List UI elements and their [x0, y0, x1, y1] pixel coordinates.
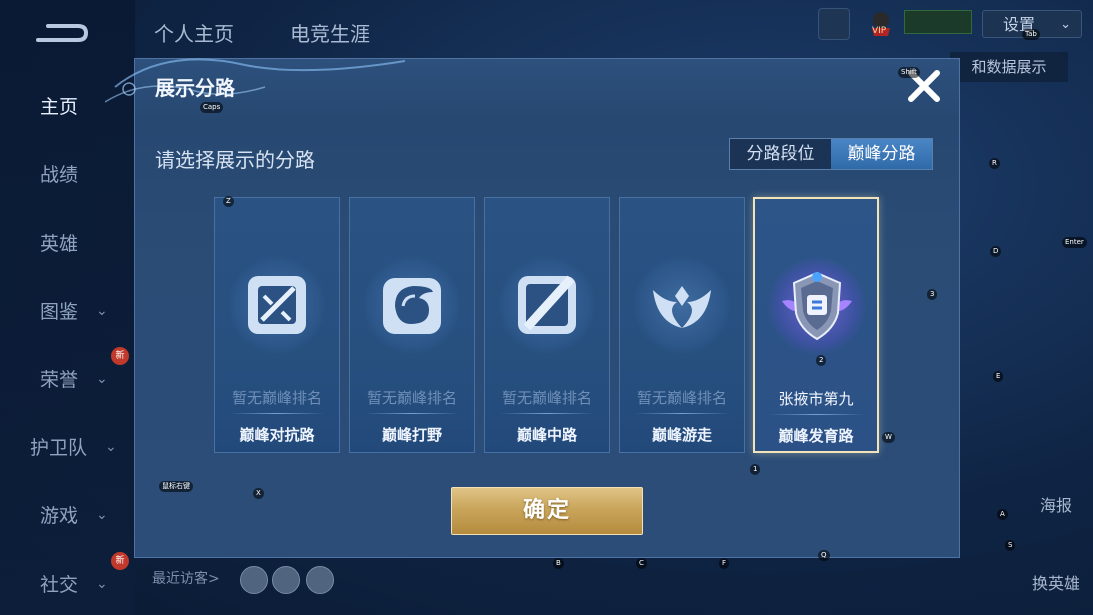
- back-logo-icon[interactable]: [34, 20, 90, 46]
- change-hero-label[interactable]: 换英雄: [1032, 570, 1080, 594]
- card-divider: [229, 413, 325, 414]
- lane-role-label: 巅峰打野: [381, 426, 442, 444]
- key-hint-a: A: [997, 509, 1008, 520]
- sidebar-item-home[interactable]: 主页: [40, 92, 78, 119]
- key-hint-w: W: [882, 432, 895, 443]
- peak-rank-text: 暂无巅峰排名: [501, 389, 592, 407]
- visitor-avatar[interactable]: [306, 566, 334, 594]
- key-hint-s: S: [1005, 540, 1016, 551]
- key-hint-e: E: [993, 371, 1004, 382]
- tab-personal-home[interactable]: 个人主页: [154, 18, 234, 47]
- friend-avatar-icon[interactable]: [818, 8, 850, 40]
- sidebar-item-record[interactable]: 战绩: [40, 160, 78, 187]
- toggle-peak-lane[interactable]: 巅峰分路: [831, 139, 932, 169]
- chevron-down-icon: ⌄: [105, 438, 117, 455]
- sword-emblem-icon: [248, 276, 306, 334]
- sidebar-item-label: 主页: [40, 96, 79, 118]
- lane-role-label: 巅峰中路: [516, 426, 577, 444]
- sidebar-item-codex[interactable]: 图鉴 ⌄: [40, 297, 108, 324]
- lane-card-top[interactable]: 暂无巅峰排名 巅峰对抗路: [214, 197, 340, 453]
- key-hint-enter: Enter: [1062, 237, 1087, 248]
- recent-visitors-link[interactable]: 最近访客>: [152, 568, 220, 588]
- sidebar-item-label: 社交: [40, 574, 79, 596]
- tab-esports-career[interactable]: 电竞生涯: [290, 18, 370, 47]
- key-hint-tab: Tab: [1022, 29, 1040, 40]
- sidebar-item-label: 战绩: [40, 164, 79, 186]
- cloud-swirl-decoration-icon: [105, 58, 406, 103]
- visitor-avatar[interactable]: [272, 566, 300, 594]
- sidebar-item-label: 英雄: [40, 233, 79, 255]
- sidebar-item-heroes[interactable]: 英雄: [40, 229, 78, 256]
- new-badge: 新: [111, 347, 129, 365]
- lane-role-label: 巅峰发育路: [778, 427, 854, 445]
- vip-icon[interactable]: VIP: [866, 10, 896, 38]
- visitor-avatar[interactable]: [240, 566, 268, 594]
- new-badge: 新: [111, 552, 129, 570]
- chevron-down-icon: ⌄: [96, 575, 108, 592]
- key-hint-b: B: [553, 558, 564, 569]
- vip-label: VIP: [872, 26, 887, 36]
- lane-card-mid[interactable]: 暂无巅峰排名 巅峰中路: [484, 197, 610, 453]
- sidebar-item-label: 荣誉: [40, 369, 79, 391]
- player-info-block: [904, 10, 972, 34]
- sidebar-item-label: 游戏: [40, 505, 79, 527]
- card-divider: [499, 413, 595, 414]
- toggle-lane-rank[interactable]: 分路段位: [730, 139, 831, 169]
- data-display-label: 和数据展示: [971, 58, 1047, 76]
- sidebar-item-label: 护卫队: [30, 437, 88, 459]
- key-hint-x: X: [253, 488, 264, 499]
- dialog-title: 展示分路: [155, 76, 235, 100]
- wings-emblem-icon: [653, 286, 711, 328]
- sidebar-item-game[interactable]: 游戏 ⌄: [40, 501, 108, 528]
- sidebar-item-social[interactable]: 社交 ⌄: [40, 570, 108, 597]
- dragon-emblem-icon: [383, 278, 441, 334]
- key-hint-q: Q: [818, 550, 830, 561]
- dialog-subtitle: 请选择展示的分路: [155, 148, 315, 172]
- key-hint-caps: Caps: [200, 102, 224, 113]
- peak-rank-text: 张掖市第九: [778, 390, 854, 408]
- key-hint-shift: Shift: [898, 67, 920, 78]
- card-divider: [634, 413, 730, 414]
- lane-card-adc[interactable]: 张掖市第九 巅峰发育路: [753, 197, 879, 453]
- chevron-down-icon: ⌄: [96, 370, 108, 387]
- lane-role-label: 巅峰游走: [651, 426, 712, 444]
- lane-card-support[interactable]: 暂无巅峰排名 巅峰游走: [619, 197, 745, 453]
- key-hint-r: R: [989, 158, 1000, 169]
- card-divider: [769, 414, 865, 415]
- lane-type-toggle: 分路段位 巅峰分路: [729, 138, 933, 170]
- key-hint-d: D: [990, 246, 1002, 257]
- key-hint-c: C: [636, 558, 647, 569]
- chevron-down-icon: ⌄: [96, 506, 108, 523]
- peak-rank-text: 暂无巅峰排名: [636, 389, 727, 407]
- chevron-down-icon: ⌄: [1060, 17, 1071, 32]
- chevron-down-icon: ⌄: [96, 302, 108, 319]
- key-hint-z: Z: [223, 196, 234, 207]
- peak-rank-text: 暂无巅峰排名: [231, 389, 322, 407]
- staff-emblem-icon: [518, 275, 576, 334]
- sidebar-item-label: 图鉴: [40, 301, 79, 323]
- lane-role-label: 巅峰对抗路: [239, 426, 315, 444]
- key-hint-f: F: [719, 558, 730, 569]
- lane-card-jungle[interactable]: 暂无巅峰排名 巅峰打野: [349, 197, 475, 453]
- confirm-button[interactable]: 确定: [451, 487, 643, 535]
- lane-display-dialog: 展示分路 请选择展示的分路 分路段位 巅峰分路 暂无巅峰排名 巅峰对抗路 暂无巅…: [105, 58, 960, 558]
- key-hint-mouse-right: 鼠标右键: [159, 481, 193, 492]
- shield-crest-icon: [782, 271, 852, 341]
- peak-rank-text: 暂无巅峰排名: [366, 389, 457, 407]
- poster-label[interactable]: 海报: [1040, 492, 1072, 516]
- data-display-button[interactable]: 和数据展示: [950, 52, 1068, 82]
- sidebar-item-honor[interactable]: 荣誉 ⌄: [40, 365, 108, 392]
- sidebar-item-guard[interactable]: 护卫队 ⌄: [30, 433, 117, 460]
- card-divider: [364, 413, 460, 414]
